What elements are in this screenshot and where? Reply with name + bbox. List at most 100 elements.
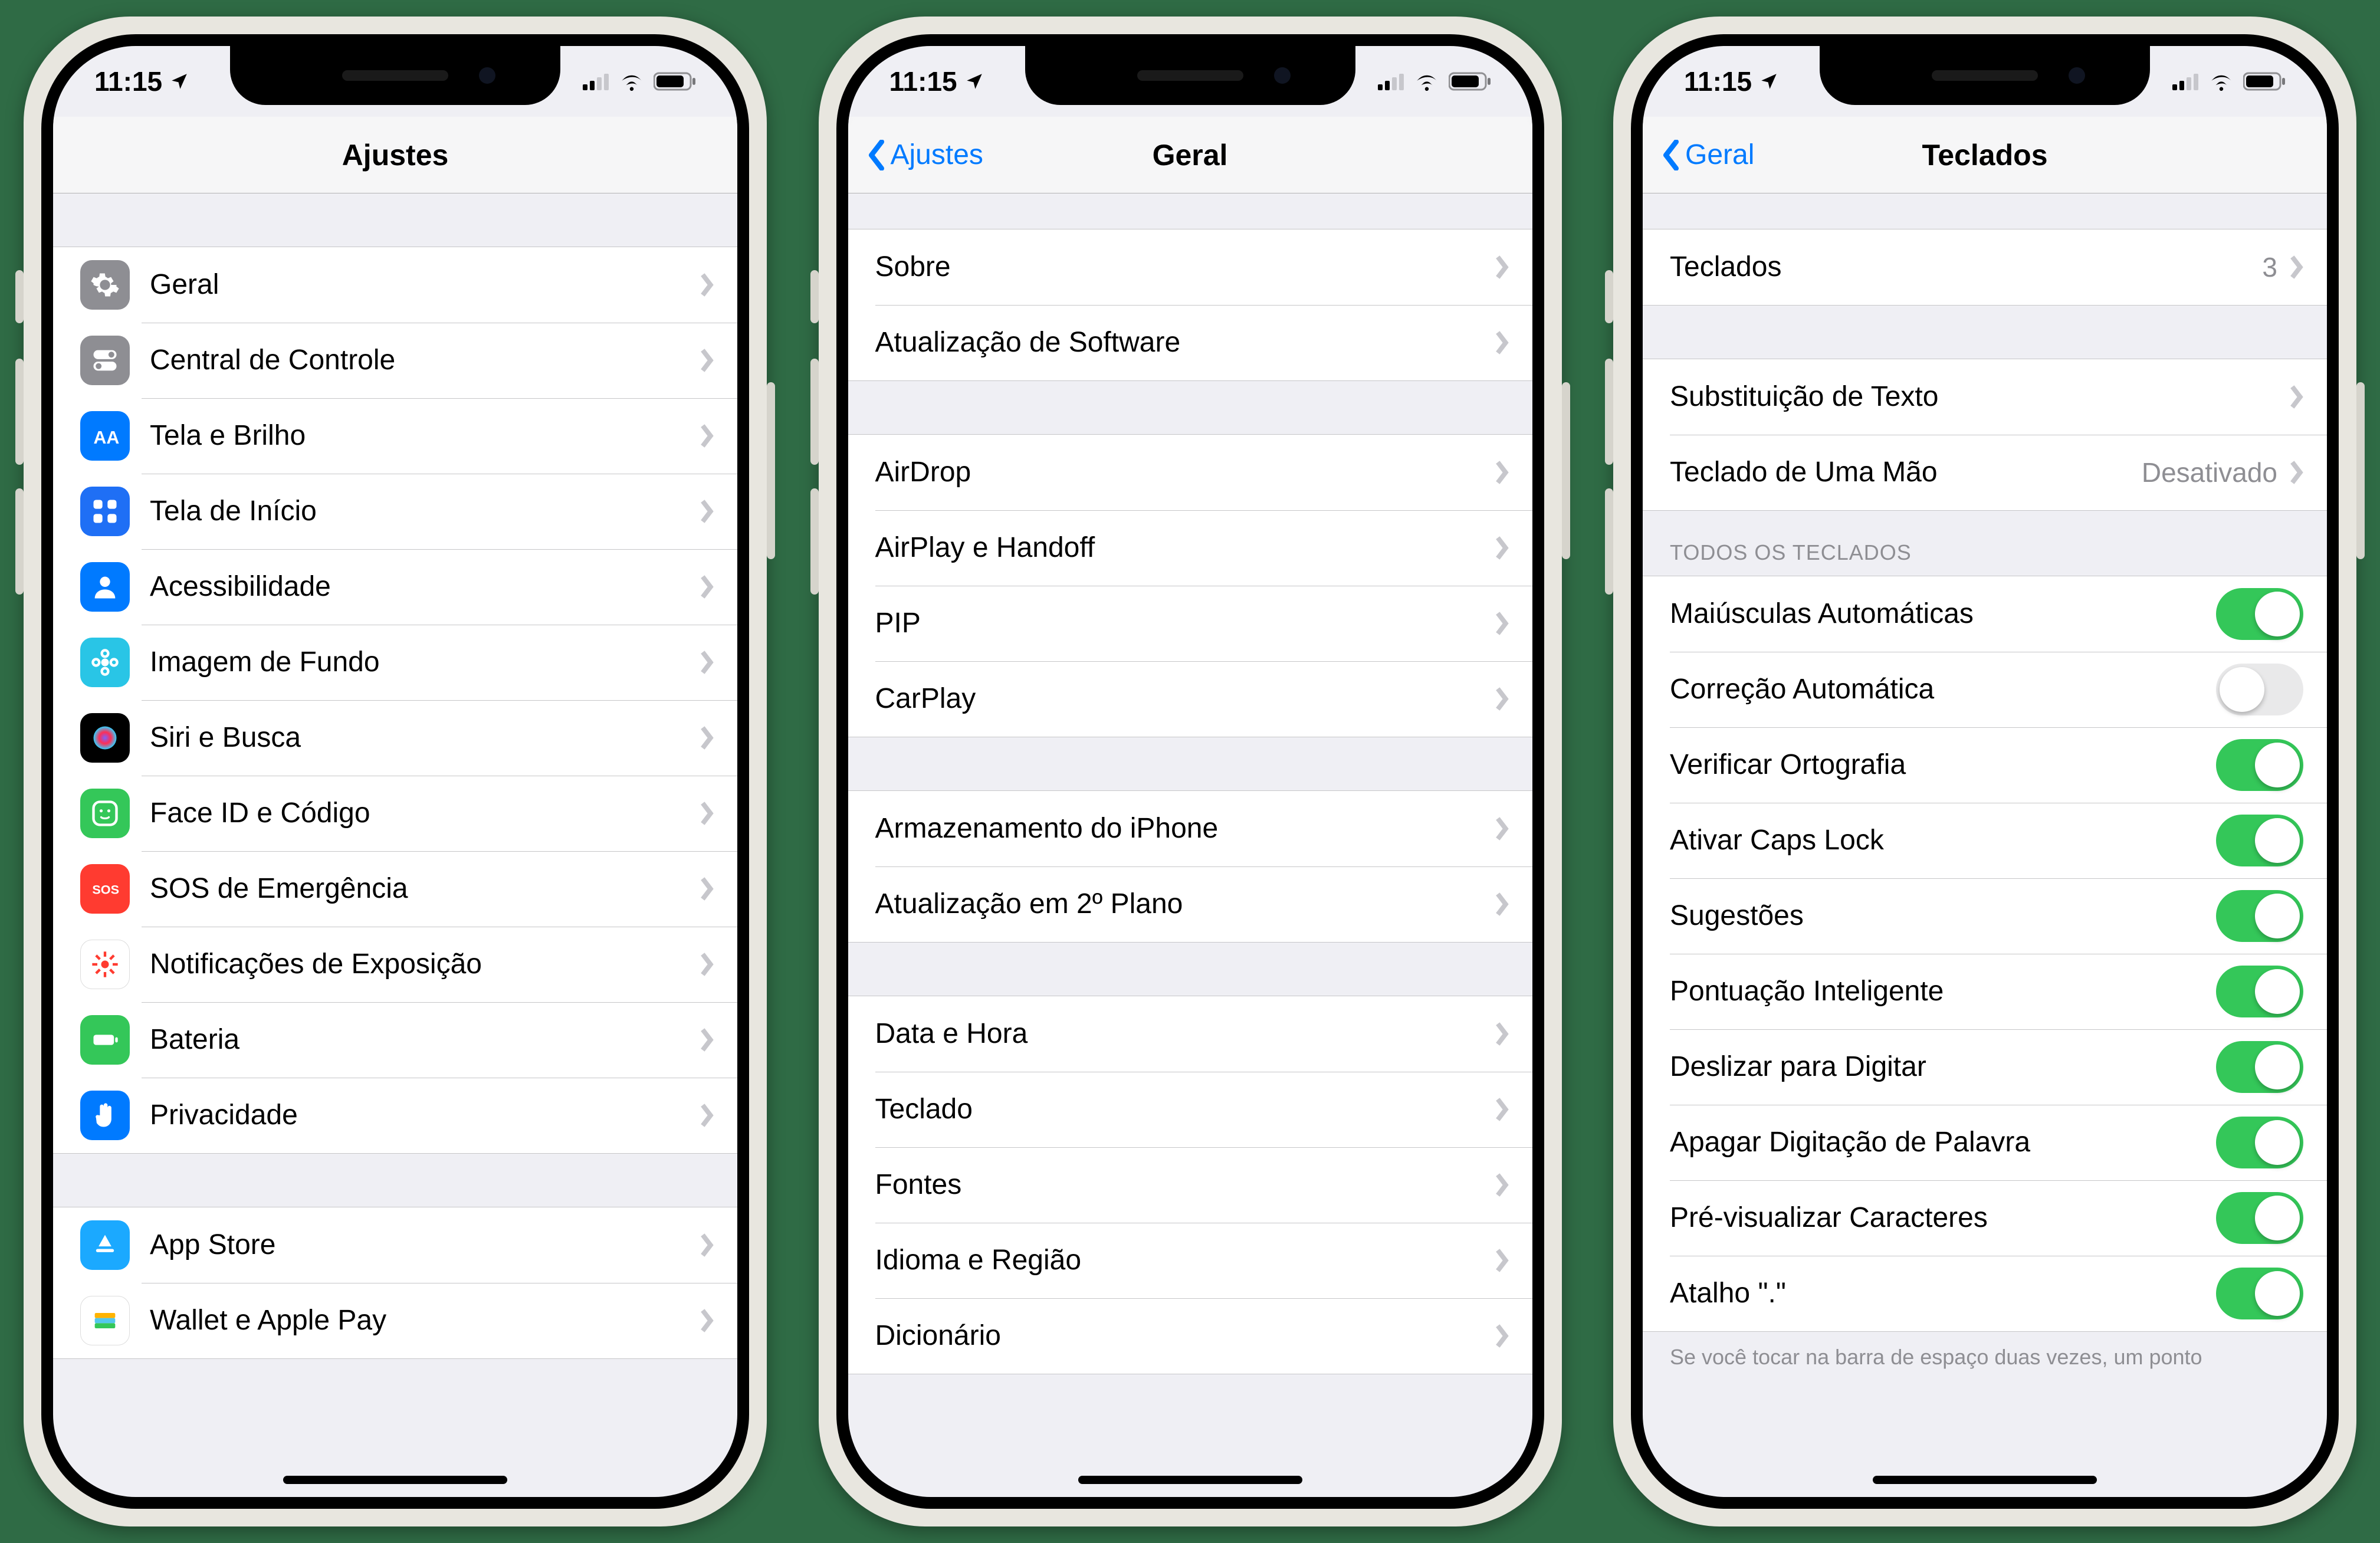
chevron-right-icon [1495, 331, 1509, 354]
section-header: TODOS OS TECLADOS [1643, 511, 2327, 576]
home-indicator[interactable] [1873, 1476, 2097, 1484]
settings-row[interactable]: App Store [53, 1207, 737, 1283]
switch-row: Apagar Digitação de Palavra [1643, 1105, 2327, 1180]
face-icon [80, 789, 130, 838]
general-row[interactable]: AirPlay e Handoff [848, 510, 1532, 586]
row-label: Teclado de Uma Mão [1670, 438, 2142, 507]
chevron-right-icon [1495, 1324, 1509, 1348]
general-row[interactable]: Armazenamento do iPhone [848, 791, 1532, 866]
settings-row[interactable]: Notificações de Exposição [53, 927, 737, 1002]
chevron-left-icon [866, 140, 887, 170]
keyboard-list[interactable]: Teclados 3 Substituição de Texto Teclado… [1643, 193, 2327, 1497]
chevron-right-icon [1495, 255, 1509, 279]
chevron-right-icon [1495, 1249, 1509, 1272]
settings-row[interactable]: Privacidade [53, 1078, 737, 1153]
battery-icon [80, 1015, 130, 1065]
keyboards-row[interactable]: Teclados 3 [1643, 229, 2327, 305]
row-label: Correção Automática [1670, 655, 2216, 724]
gear-icon [80, 260, 130, 310]
settings-list[interactable]: Geral Central de Controle AA Tela e Bril… [53, 193, 737, 1497]
chevron-right-icon [700, 726, 714, 750]
cellular-icon [583, 73, 610, 90]
row-label: Pontuação Inteligente [1670, 957, 2216, 1026]
switch-row: Verificar Ortografia [1643, 727, 2327, 803]
settings-row[interactable]: Bateria [53, 1002, 737, 1078]
chevron-right-icon [1495, 1173, 1509, 1197]
settings-row[interactable]: Wallet e Apple Pay [53, 1283, 737, 1358]
toggle-switch[interactable] [2216, 739, 2303, 791]
toggle-switch[interactable] [2216, 664, 2303, 715]
settings-row[interactable]: Imagem de Fundo [53, 625, 737, 700]
row-label: Central de Controle [150, 326, 700, 395]
general-row[interactable]: Teclado [848, 1072, 1532, 1147]
general-row[interactable]: Fontes [848, 1147, 1532, 1223]
footer-text: Se você tocar na barra de espaço duas ve… [1643, 1332, 2327, 1383]
chevron-right-icon [700, 1309, 714, 1332]
chevron-right-icon [700, 802, 714, 825]
switch-row: Sugestões [1643, 878, 2327, 954]
chevron-right-icon [700, 575, 714, 599]
general-row[interactable]: CarPlay [848, 661, 1532, 737]
wifi-icon [2208, 71, 2235, 91]
settings-row[interactable]: Acessibilidade [53, 549, 737, 625]
settings-row[interactable]: Geral [53, 247, 737, 323]
cellular-icon [2172, 73, 2200, 90]
general-row[interactable]: Idioma e Região [848, 1223, 1532, 1298]
row-label: Sobre [875, 232, 1495, 302]
chevron-right-icon [2289, 255, 2303, 279]
general-row[interactable]: Dicionário [848, 1298, 1532, 1374]
general-row[interactable]: PIP [848, 586, 1532, 661]
keyboard-setting-row[interactable]: Substituição de Texto [1643, 359, 2327, 435]
chevron-right-icon [1495, 536, 1509, 560]
settings-row[interactable]: SOS SOS de Emergência [53, 851, 737, 927]
row-detail: Desativado [2142, 457, 2277, 488]
settings-row[interactable]: Face ID e Código [53, 776, 737, 851]
chevron-right-icon [700, 651, 714, 674]
toggle-switch[interactable] [2216, 1192, 2303, 1244]
toggle-switch[interactable] [2216, 1268, 2303, 1319]
general-row[interactable]: Data e Hora [848, 996, 1532, 1072]
back-button[interactable]: Ajustes [866, 117, 983, 193]
siri-icon [80, 713, 130, 763]
row-label: Verificar Ortografia [1670, 730, 2216, 800]
chevron-right-icon [2289, 385, 2303, 409]
home-indicator[interactable] [283, 1476, 507, 1484]
row-label: Tela de Início [150, 477, 700, 546]
toggle-switch[interactable] [2216, 1117, 2303, 1168]
general-row[interactable]: Atualização de Software [848, 305, 1532, 380]
toggle-switch[interactable] [2216, 1041, 2303, 1093]
chevron-right-icon [1495, 1022, 1509, 1046]
device-1: 11:15 Ajustes Geral Central de Controle [24, 17, 767, 1526]
keyboard-setting-row[interactable]: Teclado de Uma Mão Desativado [1643, 435, 2327, 510]
back-label: Ajustes [891, 139, 983, 171]
settings-row[interactable]: Tela de Início [53, 474, 737, 549]
svg-text:SOS: SOS [92, 882, 119, 897]
flower-icon [80, 638, 130, 687]
battery-icon [654, 71, 696, 91]
back-button[interactable]: Geral [1660, 117, 1754, 193]
row-label: App Store [150, 1210, 700, 1280]
general-row[interactable]: Atualização em 2º Plano [848, 866, 1532, 942]
toggle-switch[interactable] [2216, 890, 2303, 942]
toggle-switch[interactable] [2216, 588, 2303, 640]
settings-row[interactable]: Central de Controle [53, 323, 737, 398]
general-row[interactable]: Sobre [848, 229, 1532, 305]
row-label: Sugestões [1670, 881, 2216, 951]
wifi-icon [1413, 71, 1440, 91]
home-indicator[interactable] [1078, 1476, 1302, 1484]
chevron-right-icon [700, 1104, 714, 1127]
grid-icon [80, 487, 130, 536]
page-title: Ajustes [342, 138, 449, 172]
toggle-switch[interactable] [2216, 966, 2303, 1017]
row-label: Armazenamento do iPhone [875, 794, 1495, 864]
aa-icon: AA [80, 411, 130, 461]
general-row[interactable]: AirDrop [848, 435, 1532, 510]
wifi-icon [618, 71, 645, 91]
switch-row: Ativar Caps Lock [1643, 803, 2327, 878]
row-label: Maiúsculas Automáticas [1670, 579, 2216, 649]
settings-row[interactable]: Siri e Busca [53, 700, 737, 776]
row-label: Atualização em 2º Plano [875, 869, 1495, 939]
general-list[interactable]: Sobre Atualização de Software AirDrop Ai… [848, 193, 1532, 1497]
settings-row[interactable]: AA Tela e Brilho [53, 398, 737, 474]
toggle-switch[interactable] [2216, 815, 2303, 866]
